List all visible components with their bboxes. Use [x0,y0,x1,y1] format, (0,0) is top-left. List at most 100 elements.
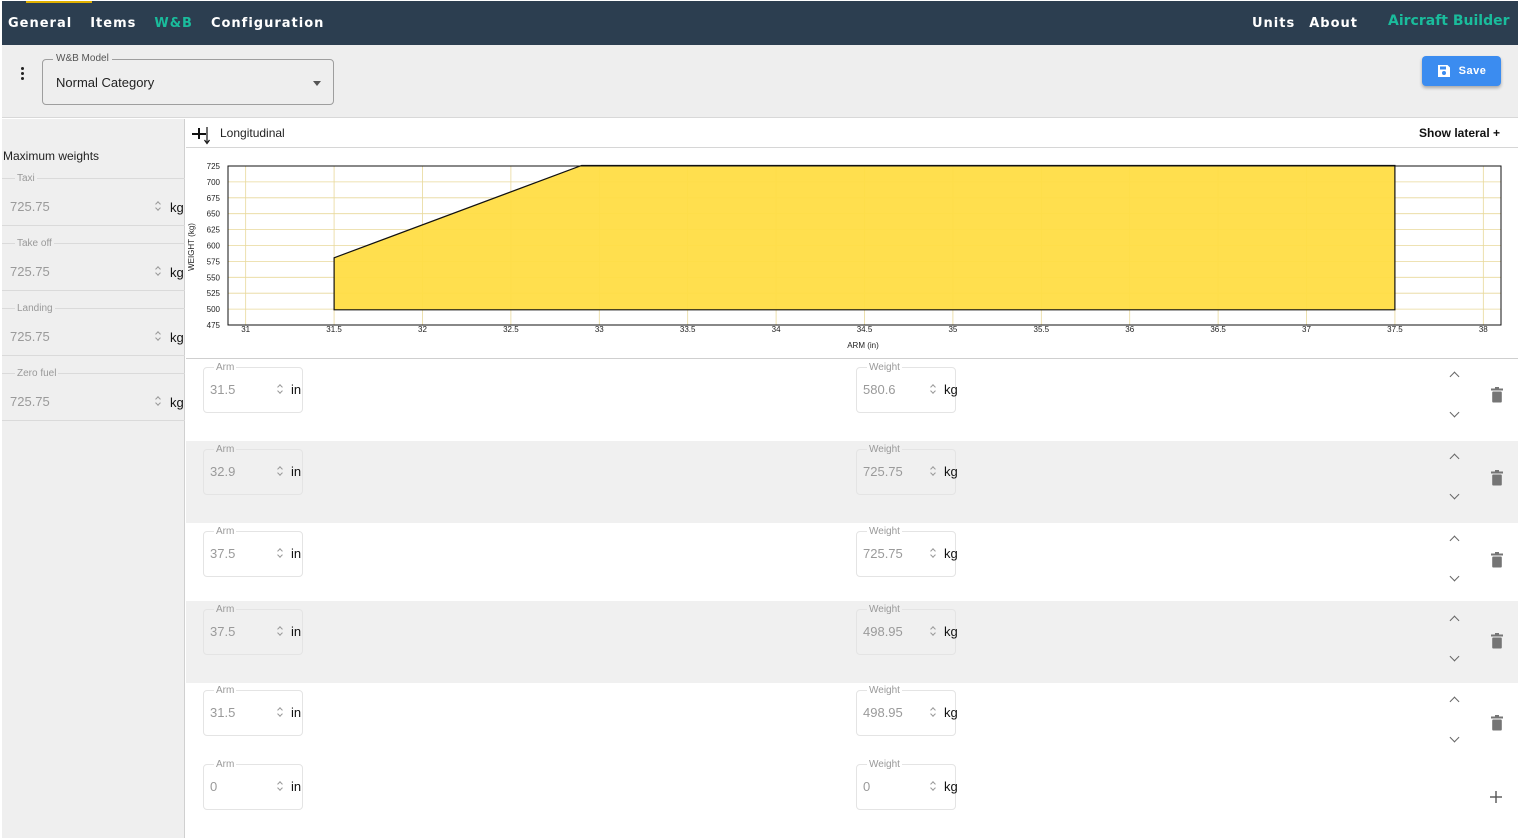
arm-input[interactable]: Arm 37.5 in [203,604,303,655]
spinner-icon[interactable] [155,330,162,343]
y-tick-label: 475 [207,321,221,330]
move-down-icon[interactable] [1449,410,1461,422]
spinner-icon[interactable] [930,547,937,560]
weight-unit: kg [944,779,958,794]
weight-input[interactable]: Weight 580.6 kg [856,362,958,413]
spinner-icon[interactable] [155,200,162,213]
weight-label: Weight [867,362,902,373]
field-value: 725.75 [10,264,50,279]
arm-label: Arm [214,685,237,696]
more-vert-icon[interactable] [16,67,28,85]
taxi-weight-field[interactable]: Taxi 725.75 kg [2,173,185,226]
weight-input[interactable]: Weight 498.95 kg [856,685,958,736]
chart-title: Longitudinal [220,126,285,140]
save-button[interactable]: Save [1422,56,1501,86]
weight-value: 725.75 [863,546,903,561]
field-label: Zero fuel [15,368,59,379]
nav-item-general[interactable]: General [8,16,72,31]
spinner-icon[interactable] [155,395,162,408]
weight-input[interactable]: Weight 725.75 kg [856,444,958,495]
arm-input[interactable]: Arm 31.5 in [203,685,303,736]
arm-input[interactable]: Arm 37.5 in [203,526,303,577]
envelope-point-row: Arm 31.5 in Weight 580.6 kg [186,359,1518,441]
field-value: 725.75 [10,329,50,344]
x-tick-label: 35 [948,325,957,334]
nav-item-units[interactable]: Units [1252,16,1295,31]
weight-label: Weight [867,444,902,455]
y-tick-label: 550 [207,273,221,282]
move-down-icon[interactable] [1449,492,1461,504]
arm-label: Arm [214,759,237,770]
weight-label: Weight [867,759,902,770]
weight-input[interactable]: Weight 498.95 kg [856,604,958,655]
spinner-icon[interactable] [277,706,284,719]
move-down-icon[interactable] [1449,735,1461,747]
trash-icon[interactable] [1491,552,1503,568]
nav-item-about[interactable]: About [1309,16,1358,31]
y-tick-label: 625 [207,226,221,235]
x-tick-label: 34 [772,325,781,334]
weight-label: Weight [867,604,902,615]
spinner-icon[interactable] [277,547,284,560]
spinner-icon[interactable] [930,706,937,719]
envelope-editor: Longitudinal Show lateral + 725 700 675 650… [186,119,1518,838]
move-down-icon[interactable] [1449,574,1461,586]
spinner-icon[interactable] [930,780,937,793]
spinner-icon[interactable] [277,465,284,478]
y-tick-label: 725 [207,162,221,171]
x-axis-label: ARM (in) [847,341,879,350]
spinner-icon[interactable] [277,780,284,793]
envelope-point-row: Arm 37.5 in Weight 725.75 kg [186,523,1518,605]
arm-value: 32.9 [210,464,236,479]
arm-value: 31.5 [210,382,236,397]
arm-input[interactable]: Arm 31.5 in [203,362,303,413]
nav-item-configuration[interactable]: Configuration [211,16,324,31]
field-label: Landing [15,303,55,314]
spinner-icon[interactable] [930,465,937,478]
spinner-icon[interactable] [277,383,284,396]
wb-model-select[interactable]: W&B Model Normal Category [42,53,334,105]
y-tick-label: 600 [207,242,221,251]
field-label: Take off [15,238,54,249]
move-up-icon[interactable] [1449,370,1461,382]
move-up-icon[interactable] [1449,614,1461,626]
field-label: Taxi [15,173,37,184]
move-down-icon[interactable] [1449,654,1461,666]
takeoff-weight-field[interactable]: Take off 725.75 kg [2,238,185,291]
max-weights-panel: Maximum weights Taxi 725.75 kg Take off … [2,119,185,838]
x-tick-label: 37.5 [1387,325,1403,334]
field-unit: kg [170,265,184,280]
y-tick-label: 575 [207,257,221,266]
spinner-icon[interactable] [930,383,937,396]
spinner-icon[interactable] [155,265,162,278]
move-up-icon[interactable] [1449,695,1461,707]
nav-item-wb[interactable]: W&B [154,16,193,31]
landing-weight-field[interactable]: Landing 725.75 kg [2,303,185,356]
new-arm-input[interactable]: Arm 0 in [203,759,303,810]
zero-fuel-weight-field[interactable]: Zero fuel 725.75 kg [2,368,185,421]
nav-item-items[interactable]: Items [90,16,136,31]
weight-value: 580.6 [863,382,896,397]
weight-input[interactable]: Weight 725.75 kg [856,526,958,577]
arm-input[interactable]: Arm 32.9 in [203,444,303,495]
show-lateral-toggle[interactable]: Show lateral + [1419,126,1500,140]
weight-value: 725.75 [863,464,903,479]
x-tick-label: 37 [1302,325,1311,334]
trash-icon[interactable] [1491,470,1503,486]
spinner-icon[interactable] [277,625,284,638]
new-weight-input[interactable]: Weight 0 kg [856,759,958,810]
trash-icon[interactable] [1491,633,1503,649]
x-tick-label: 36 [1125,325,1134,334]
spinner-icon[interactable] [930,625,937,638]
move-up-icon[interactable] [1449,452,1461,464]
arm-label: Arm [214,362,237,373]
weight-unit: kg [944,382,958,397]
x-tick-label: 35.5 [1034,325,1050,334]
brand-title[interactable]: Aircraft Builder [1388,13,1510,29]
trash-icon[interactable] [1491,715,1503,731]
trash-icon[interactable] [1491,387,1503,403]
wb-model-value: Normal Category [56,75,155,90]
wb-model-label: W&B Model [53,53,112,64]
move-up-icon[interactable] [1449,534,1461,546]
add-point-icon[interactable] [1488,789,1504,805]
